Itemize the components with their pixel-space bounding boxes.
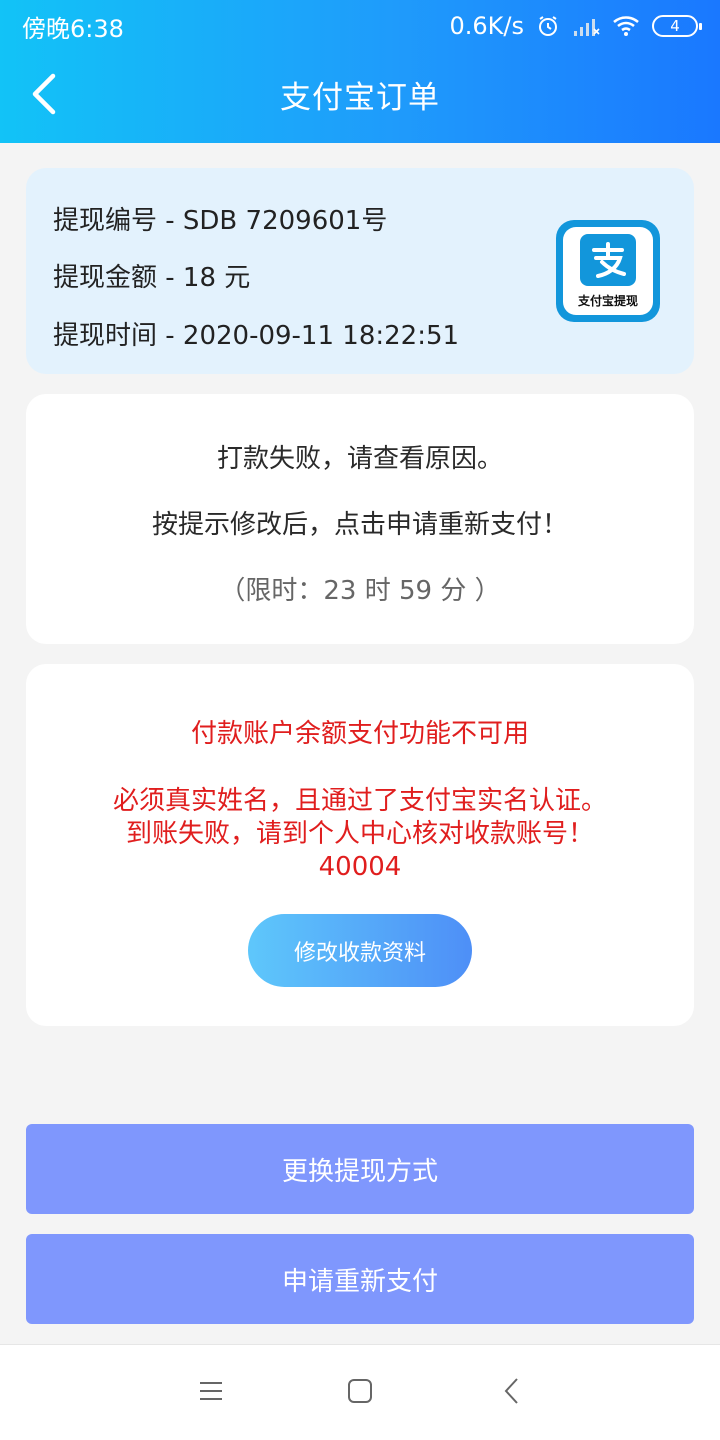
wifi-icon bbox=[612, 15, 640, 37]
network-speed: 0.6K/s bbox=[449, 12, 525, 40]
notice-line-1: 打款失败，请查看原因。 bbox=[216, 444, 503, 474]
header: 傍晚6:38 0.6K/s 4 支付宝订单 bbox=[0, 0, 720, 143]
back-icon bbox=[502, 1377, 522, 1409]
notice-card: 打款失败，请查看原因。 按提示修改后，点击申请重新支付！ （限时：23 时 59… bbox=[26, 394, 694, 644]
status-bar: 傍晚6:38 0.6K/s 4 bbox=[0, 0, 720, 52]
alipay-logo: 支付宝提现 bbox=[556, 220, 660, 322]
status-time: 傍晚6:38 bbox=[22, 14, 124, 43]
alipay-icon bbox=[580, 234, 636, 286]
time-limit: （限时：23 时 59 分 ） bbox=[219, 576, 501, 606]
home-button[interactable] bbox=[340, 1373, 380, 1413]
page-title: 支付宝订单 bbox=[280, 80, 440, 116]
status-indicators: 0.6K/s 4 bbox=[449, 12, 702, 40]
withdrawal-number: 提现编号 - SDB 7209601号 bbox=[53, 206, 388, 236]
modify-payee-info-button[interactable]: 修改收款资料 bbox=[248, 914, 472, 987]
error-card: 付款账户余额支付功能不可用 必须真实姓名，且通过了支付宝实名认证。 到账失败，请… bbox=[26, 664, 694, 1026]
notice-line-2: 按提示修改后，点击申请重新支付！ bbox=[151, 510, 568, 540]
error-code: 40004 bbox=[318, 852, 402, 882]
home-icon bbox=[347, 1378, 373, 1408]
system-nav-bar bbox=[0, 1344, 720, 1440]
signal-icon bbox=[572, 15, 600, 37]
retry-payment-button[interactable]: 申请重新支付 bbox=[26, 1234, 694, 1324]
battery-icon: 4 bbox=[652, 15, 702, 37]
error-title: 付款账户余额支付功能不可用 bbox=[190, 719, 529, 749]
menu-icon bbox=[198, 1379, 224, 1407]
change-withdrawal-method-button[interactable]: 更换提现方式 bbox=[26, 1124, 694, 1214]
withdrawal-time: 提现时间 - 2020-09-11 18:22:51 bbox=[53, 321, 460, 351]
error-line-2: 到账失败，请到个人中心核对收款账号！ bbox=[125, 819, 594, 849]
alarm-icon bbox=[536, 14, 560, 38]
withdrawal-amount: 提现金额 - 18 元 bbox=[53, 263, 251, 293]
nav-back-button[interactable] bbox=[492, 1373, 532, 1413]
withdrawal-info-card: 提现编号 - SDB 7209601号 提现金额 - 18 元 提现时间 - 2… bbox=[26, 168, 694, 374]
error-line-1: 必须真实姓名，且通过了支付宝实名认证。 bbox=[112, 786, 607, 816]
menu-button[interactable] bbox=[191, 1373, 231, 1413]
alipay-caption: 支付宝提现 bbox=[577, 294, 638, 308]
